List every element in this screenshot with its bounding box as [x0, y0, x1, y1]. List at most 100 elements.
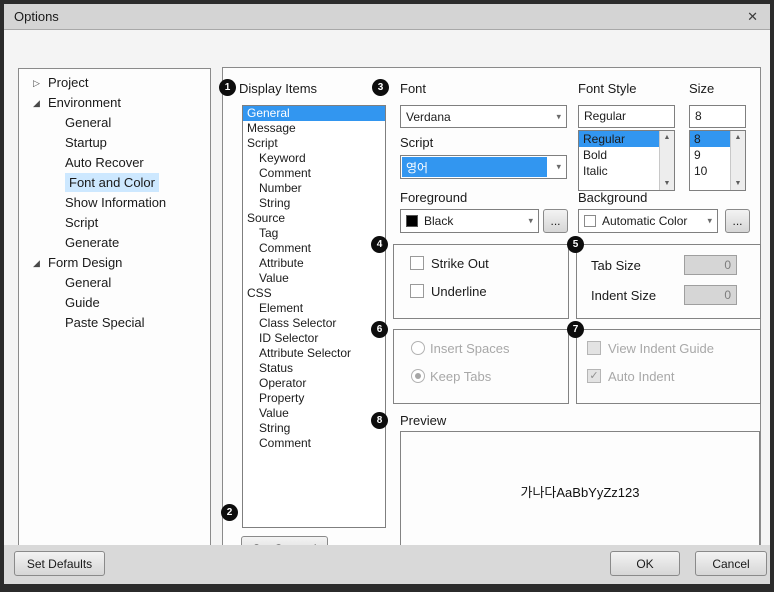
font-style-options[interactable]: RegularBoldItalic: [579, 131, 659, 190]
tree-item-guide[interactable]: Guide: [19, 293, 210, 313]
triangle-expanded-icon[interactable]: ◢: [33, 253, 48, 273]
set-defaults-button[interactable]: Set Defaults: [14, 551, 105, 576]
view-indent-guide-checkbox[interactable]: [587, 341, 601, 355]
tab-size-input[interactable]: 0: [684, 255, 737, 275]
step-badge-5: 5: [567, 236, 584, 253]
tree-item-general[interactable]: General: [19, 273, 210, 293]
display-item-string[interactable]: String: [243, 196, 385, 211]
display-item-general[interactable]: General: [243, 106, 385, 121]
size-option-8[interactable]: 8: [690, 131, 730, 147]
scroll-down-icon[interactable]: ▼: [660, 180, 674, 187]
foreground-swatch: [406, 215, 418, 227]
display-item-tag[interactable]: Tag: [243, 226, 385, 241]
display-item-property[interactable]: Property: [243, 391, 385, 406]
display-item-number[interactable]: Number: [243, 181, 385, 196]
display-item-comment[interactable]: Comment: [243, 241, 385, 256]
background-more-button[interactable]: ...: [725, 209, 750, 233]
keep-tabs-radio[interactable]: [411, 369, 425, 383]
font-style-input[interactable]: Regular: [578, 105, 675, 128]
font-size-input[interactable]: 8: [689, 105, 746, 128]
indent-size-input[interactable]: 0: [684, 285, 737, 305]
display-item-script[interactable]: Script: [243, 136, 385, 151]
display-items-label: Display Items: [239, 81, 317, 96]
font-family-combobox[interactable]: Verdana ▾: [400, 105, 567, 128]
display-item-keyword[interactable]: Keyword: [243, 151, 385, 166]
display-item-class-selector[interactable]: Class Selector: [243, 316, 385, 331]
scrollbar[interactable]: ▲ ▼: [659, 131, 674, 190]
chevron-down-icon[interactable]: ▾: [528, 216, 533, 227]
tree-item-font-and-color[interactable]: Font and Color: [19, 173, 210, 193]
display-item-element[interactable]: Element: [243, 301, 385, 316]
title-bar[interactable]: Options ✕: [4, 4, 770, 30]
font-size-options[interactable]: 8910: [690, 131, 730, 190]
tree-item-paste-special[interactable]: Paste Special: [19, 313, 210, 333]
display-item-value[interactable]: Value: [243, 271, 385, 286]
strike-out-checkbox[interactable]: [410, 256, 424, 270]
chevron-down-icon[interactable]: ▾: [556, 111, 561, 122]
tree-item-auto-recover[interactable]: Auto Recover: [19, 153, 210, 173]
triangle-collapsed-icon[interactable]: ▷: [33, 73, 48, 93]
cancel-button[interactable]: Cancel: [695, 551, 767, 576]
style-option-regular[interactable]: Regular: [579, 131, 659, 147]
display-item-id-selector[interactable]: ID Selector: [243, 331, 385, 346]
display-item-comment[interactable]: Comment: [243, 436, 385, 451]
tree-item-project[interactable]: ▷Project: [19, 73, 210, 93]
step-badge-3: 3: [372, 79, 389, 96]
step-badge-4: 4: [371, 236, 388, 253]
style-option-italic[interactable]: Italic: [579, 163, 659, 179]
triangle-expanded-icon[interactable]: ◢: [33, 93, 48, 113]
scrollbar[interactable]: ▲ ▼: [730, 131, 745, 190]
foreground-more-button[interactable]: ...: [543, 209, 568, 233]
display-item-comment[interactable]: Comment: [243, 166, 385, 181]
tree-item-label: General: [65, 275, 111, 290]
chevron-down-icon[interactable]: ▾: [707, 216, 712, 227]
scroll-up-icon[interactable]: ▲: [731, 134, 745, 141]
foreground-color-combobox[interactable]: Black ▾: [400, 209, 539, 233]
script-combobox[interactable]: 영어 ▾: [400, 155, 567, 179]
display-item-attribute[interactable]: Attribute: [243, 256, 385, 271]
scroll-down-icon[interactable]: ▼: [731, 180, 745, 187]
auto-indent-label: Auto Indent: [608, 369, 675, 384]
check-icon: ✓: [588, 370, 600, 383]
style-option-bold[interactable]: Bold: [579, 147, 659, 163]
tree-item-general[interactable]: General: [19, 113, 210, 133]
size-option-10[interactable]: 10: [690, 163, 730, 179]
font-color-page: 1 Display Items GeneralMessageScriptKeyw…: [222, 67, 761, 571]
display-items-list[interactable]: GeneralMessageScriptKeywordCommentNumber…: [242, 105, 386, 528]
ok-button[interactable]: OK: [610, 551, 680, 576]
tree-item-environment[interactable]: ◢Environment: [19, 93, 210, 113]
step-badge-1: 1: [219, 79, 236, 96]
tree-item-show-information[interactable]: Show Information: [19, 193, 210, 213]
tree-item-label: Paste Special: [65, 315, 145, 330]
size-option-9[interactable]: 9: [690, 147, 730, 163]
display-item-source[interactable]: Source: [243, 211, 385, 226]
display-item-string[interactable]: String: [243, 421, 385, 436]
display-item-value[interactable]: Value: [243, 406, 385, 421]
auto-indent-checkbox[interactable]: ✓: [587, 369, 601, 383]
preview-box: 가나다AaBbYyZz123: [400, 431, 760, 552]
display-item-message[interactable]: Message: [243, 121, 385, 136]
tree-item-label: Font and Color: [65, 173, 159, 192]
scroll-up-icon[interactable]: ▲: [660, 134, 674, 141]
close-icon[interactable]: ✕: [747, 9, 758, 25]
tree-item-form-design[interactable]: ◢Form Design: [19, 253, 210, 273]
font-style-list[interactable]: RegularBoldItalic ▲ ▼: [578, 130, 675, 191]
effects-group: Strike Out Underline: [393, 244, 569, 319]
tree-item-label: Startup: [65, 135, 107, 150]
underline-checkbox[interactable]: [410, 284, 424, 298]
chevron-down-icon[interactable]: ▾: [556, 162, 561, 173]
strike-out-label: Strike Out: [431, 256, 489, 271]
tree-item-script[interactable]: Script: [19, 213, 210, 233]
display-item-css[interactable]: CSS: [243, 286, 385, 301]
font-style-label: Font Style: [578, 81, 637, 96]
tree-item-startup[interactable]: Startup: [19, 133, 210, 153]
display-item-status[interactable]: Status: [243, 361, 385, 376]
font-size-list[interactable]: 8910 ▲ ▼: [689, 130, 746, 191]
tree-item-generate[interactable]: Generate: [19, 233, 210, 253]
tree-item-label: Environment: [48, 95, 121, 110]
display-item-operator[interactable]: Operator: [243, 376, 385, 391]
preview-sample-text: 가나다AaBbYyZz123: [521, 482, 640, 501]
insert-spaces-radio[interactable]: [411, 341, 425, 355]
background-color-combobox[interactable]: Automatic Color ▾: [578, 209, 718, 233]
display-item-attribute-selector[interactable]: Attribute Selector: [243, 346, 385, 361]
